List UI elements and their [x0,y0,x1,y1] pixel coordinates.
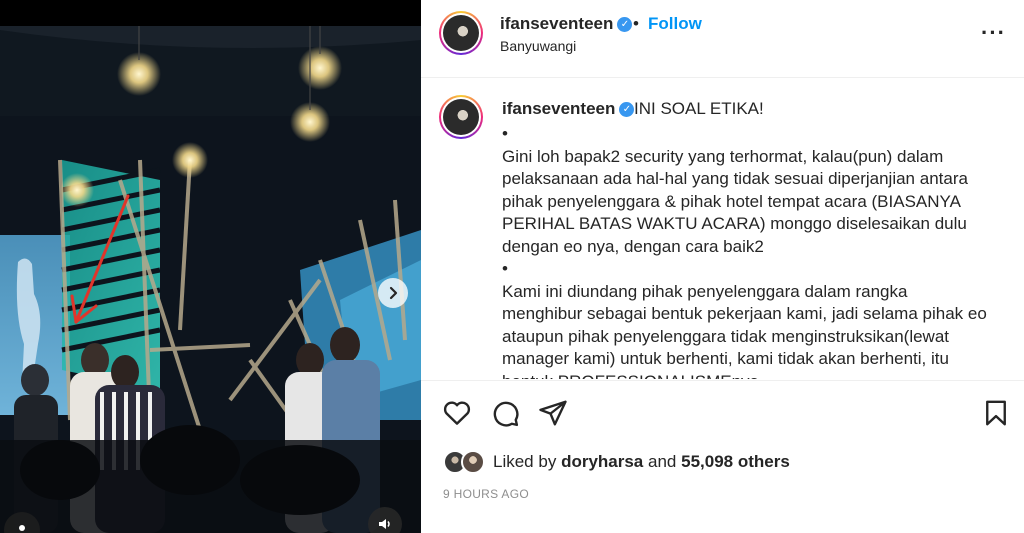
more-options-icon[interactable]: ··· [981,20,1006,46]
caption-username[interactable]: ifanseventeen [502,99,615,118]
header-separator: • [633,14,639,33]
caption-avatar-image [443,99,479,135]
likes-prefix: Liked by [493,452,557,471]
likes-count-link[interactable]: 55,098 others [681,452,790,471]
post-actions-section: Liked by doryharsa and 55,098 others 9 H… [421,380,1024,533]
caption-scroll-area[interactable]: ifanseventeen ✓ INI SOAL ETIKA! • Gini lo… [421,79,1024,379]
post-timestamp[interactable]: 9 HOURS AGO [443,487,529,501]
sound-toggle-button[interactable] [368,507,402,533]
concert-scene-image [0,26,421,533]
caption-avatar[interactable] [439,95,483,139]
heart-icon[interactable] [442,398,472,428]
location-link[interactable]: Banyuwangi [500,38,576,54]
author-avatar[interactable] [439,11,483,55]
caption-headline: INI SOAL ETIKA! [634,99,764,118]
liker-username-link[interactable]: doryharsa [561,452,643,471]
caption-bullet: • [502,259,508,278]
bookmark-icon[interactable] [981,398,1011,428]
post-media-video[interactable] [0,0,421,533]
user-tag-icon [19,525,25,531]
caption-body: • Gini loh bapak2 security yang terhorma… [502,123,992,379]
caption-paragraph: Gini loh bapak2 security yang terhormat,… [502,146,968,256]
chevron-right-icon [389,286,398,300]
follow-button[interactable]: Follow [648,14,702,34]
likes-conjunction: and [648,452,677,471]
author-avatar-border [441,13,481,53]
likes-text: Liked by doryharsa and 55,098 others [493,452,790,472]
caption-username-link[interactable]: ifanseventeen ✓ [502,99,635,119]
post-header: ifanseventeen ✓ • Follow Banyuwangi ··· [421,0,1024,78]
author-username[interactable]: ifanseventeen [500,14,613,33]
author-username-link[interactable]: ifanseventeen ✓ [500,14,633,34]
next-media-button[interactable] [378,278,408,308]
caption-avatar-border [441,97,481,137]
paper-plane-icon[interactable] [538,398,568,428]
caption-paragraph: Kami ini diundang pihak penyelenggara da… [502,281,987,380]
speaker-icon [379,519,390,529]
likes-summary: Liked by doryharsa and 55,098 others [443,449,790,475]
verified-badge-icon: ✓ [619,102,635,118]
verified-badge-icon: ✓ [617,17,633,33]
comment-icon[interactable] [490,398,520,428]
liker-avatar[interactable] [461,450,485,474]
post-detail-panel: ifanseventeen ✓ • Follow Banyuwangi ··· i… [421,0,1024,533]
caption-bullet: • [502,124,508,143]
author-avatar-image [443,15,479,51]
